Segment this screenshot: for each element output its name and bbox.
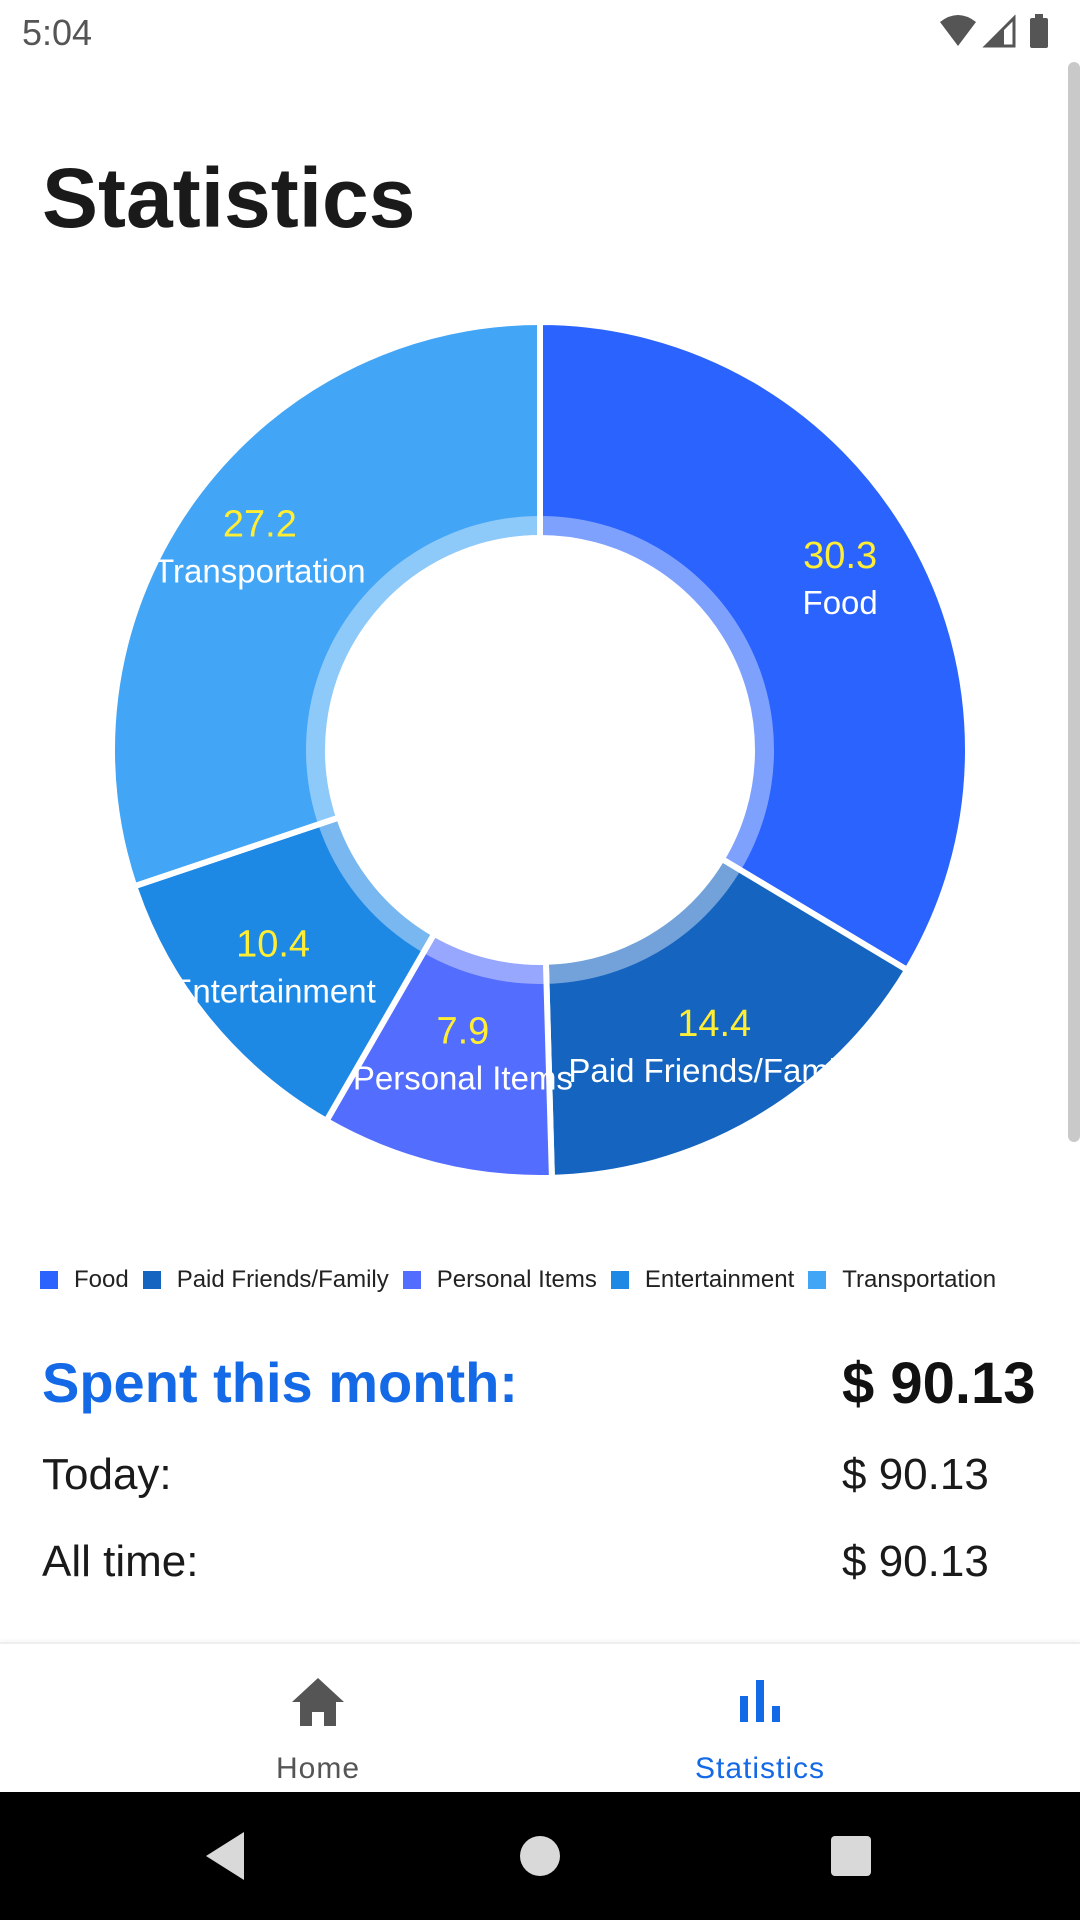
slice-category-label: Personal Items <box>353 1059 573 1096</box>
bar-chart-icon <box>740 1680 780 1722</box>
legend-item: Food <box>40 1266 129 1294</box>
slice-value-label: 27.2 <box>223 504 297 546</box>
recents-icon[interactable] <box>821 1826 881 1886</box>
slice-value-label: 10.4 <box>236 924 310 966</box>
legend-swatch <box>40 1271 58 1289</box>
legend-swatch <box>142 1271 161 1289</box>
legend-item: Transportation <box>808 1266 996 1294</box>
slice-value-label: 14.4 <box>677 1003 751 1045</box>
legend-swatch <box>402 1271 421 1289</box>
legend-label: Entertainment <box>644 1266 795 1293</box>
system-navigation-bar <box>0 1792 1080 1920</box>
bottom-navigation: Home Statistics <box>0 1642 1080 1794</box>
legend-swatch <box>610 1271 629 1289</box>
home-icon <box>292 1678 344 1726</box>
legend-swatch <box>808 1271 827 1289</box>
page-title: Statistics <box>42 151 416 245</box>
spent-this-month-value: $ 90.13 <box>842 1351 1036 1416</box>
home-circle-icon[interactable] <box>510 1826 570 1886</box>
battery-cap <box>1035 14 1043 19</box>
slice-value-label: 7.9 <box>436 1010 489 1052</box>
status-bar: 5:04 <box>0 0 1080 62</box>
chart-legend: Food Paid Friends/Family Personal Items Ent… <box>40 1266 1080 1300</box>
donut-hole <box>328 538 752 962</box>
donut-chart: 30.3 Food 14.4 Paid Friends/Family 7.9 Person… <box>109 318 971 1181</box>
legend-label: Food <box>74 1266 129 1293</box>
legend-item: Paid Friends/Family <box>142 1266 389 1294</box>
battery-icon <box>1030 18 1048 48</box>
slice-category-label: Entertainment <box>170 973 375 1010</box>
status-time: 5:04 <box>22 12 93 53</box>
tab-statistics-label: Statistics <box>694 1752 826 1785</box>
tab-statistics[interactable]: Statistics <box>490 1644 1030 1794</box>
legend-label: Paid Friends/Family <box>176 1266 389 1293</box>
legend-item: Personal Items <box>402 1266 597 1294</box>
back-icon[interactable] <box>196 1826 256 1886</box>
today-value: $ 90.13 <box>842 1450 989 1499</box>
slice-value-label: 30.3 <box>803 535 877 577</box>
status-icons-svg <box>940 14 1048 48</box>
legend-item: Entertainment <box>610 1266 795 1294</box>
legend-label: Transportation <box>842 1266 997 1293</box>
legend-label: Personal Items <box>436 1266 597 1293</box>
all-time-value: $ 90.13 <box>842 1537 989 1586</box>
wifi-icon <box>940 15 976 46</box>
all-time-label: All time: <box>42 1537 199 1586</box>
spent-this-month-label: Spent this month: <box>42 1351 518 1414</box>
status-icons <box>938 12 1058 52</box>
slice-category-label: Food <box>803 584 878 621</box>
slice-category-label: Transportation <box>154 553 366 590</box>
slice-category-label: Paid Friends/Family <box>568 1052 860 1089</box>
today-label: Today: <box>42 1450 172 1499</box>
